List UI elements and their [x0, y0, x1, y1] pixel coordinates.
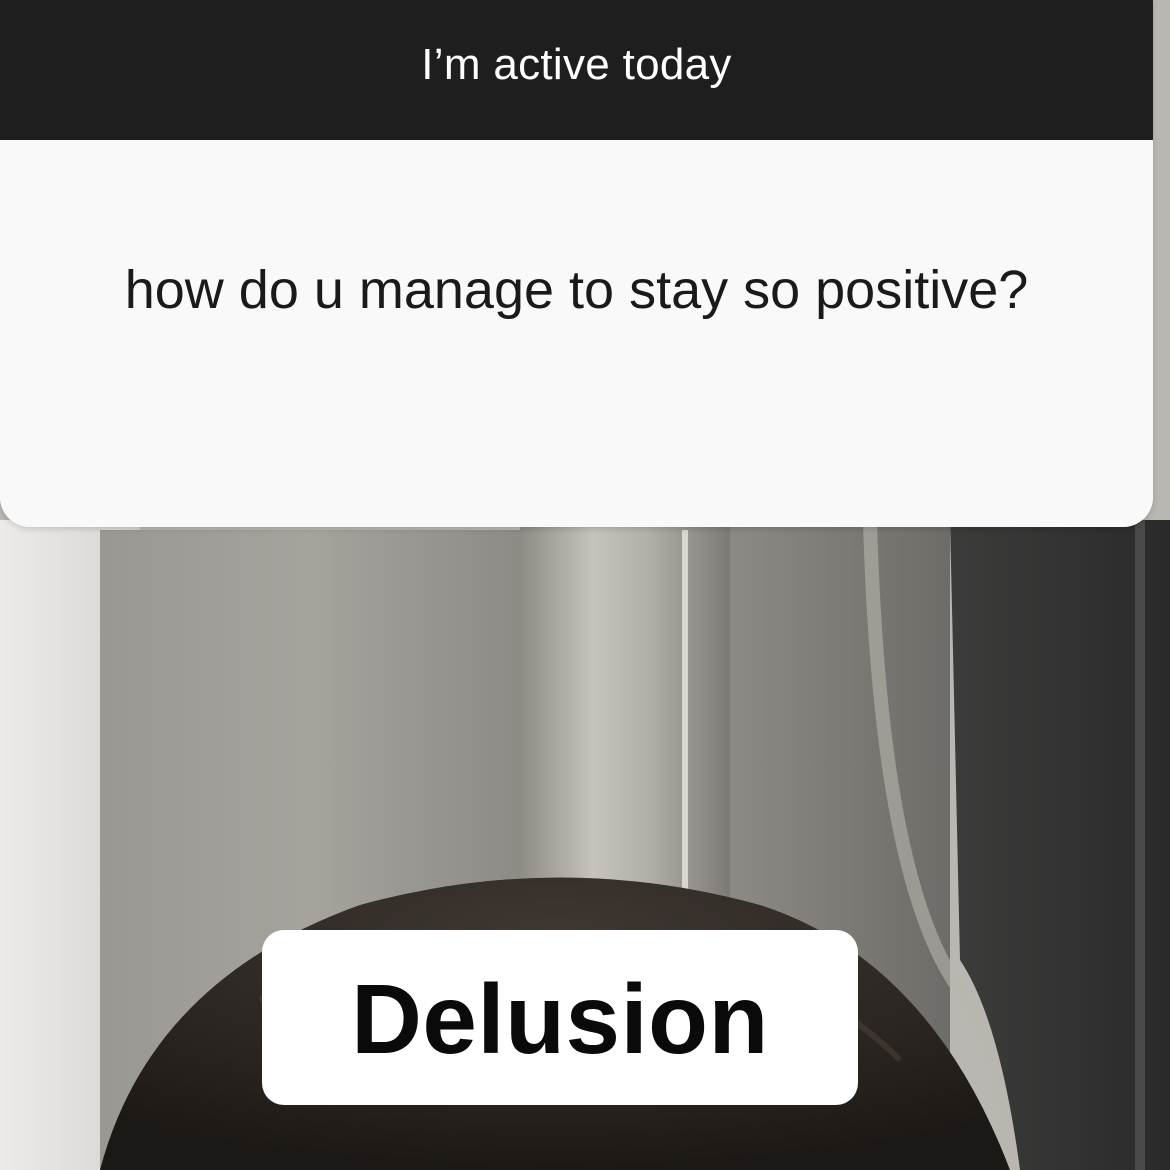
- story-viewer: I’m active today how do u manage to stay…: [0, 0, 1170, 1170]
- answer-text: Delusion: [351, 964, 769, 1074]
- question-sticker[interactable]: I’m active today how do u manage to stay…: [0, 0, 1153, 527]
- question-sticker-body: how do u manage to stay so positive?: [0, 140, 1153, 527]
- question-text: how do u manage to stay so positive?: [124, 260, 1029, 320]
- question-prompt-text: I’m active today: [421, 40, 732, 89]
- answer-sticker[interactable]: Delusion: [262, 930, 858, 1105]
- question-sticker-header: I’m active today: [0, 0, 1153, 140]
